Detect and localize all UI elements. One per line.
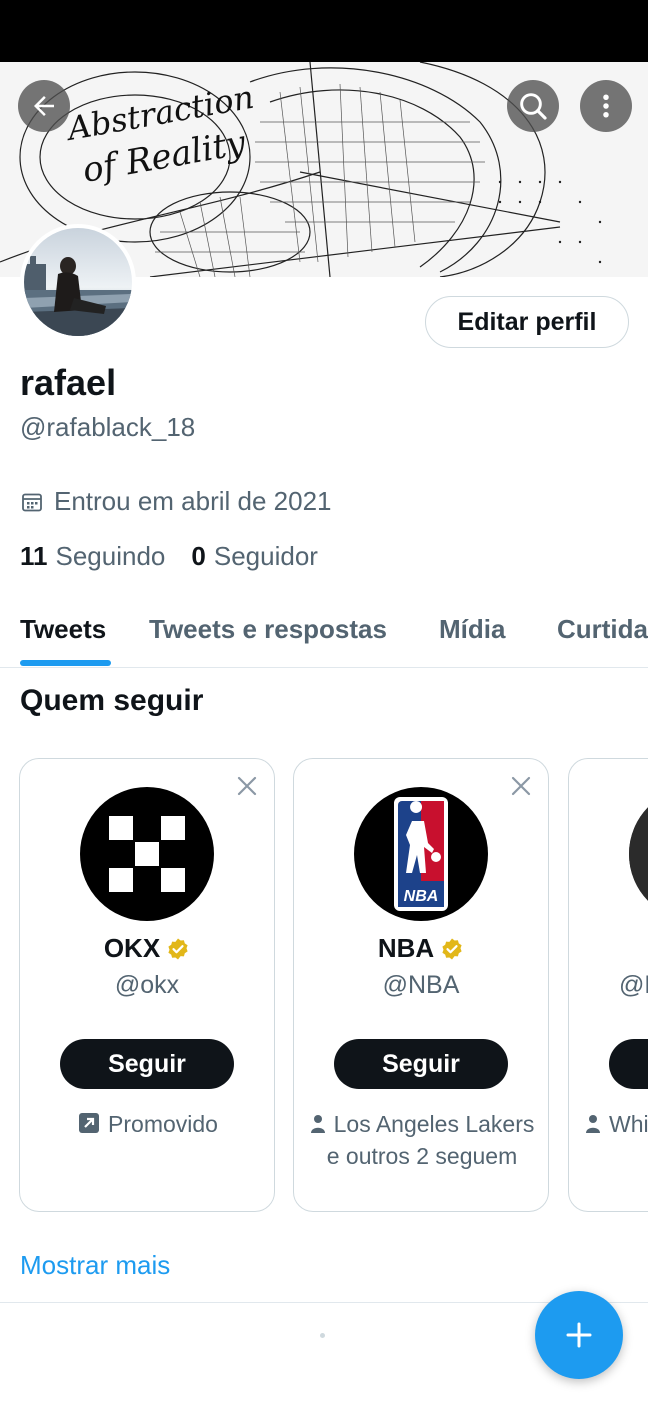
suggestion-card[interactable]: @L Whi segu <box>568 758 648 1212</box>
follow-stats: 11 Seguindo 0 Seguidor <box>20 541 344 572</box>
tab-tweets-replies[interactable]: Tweets e respostas <box>149 614 387 645</box>
svg-text:NBA: NBA <box>404 888 439 905</box>
active-tab-indicator <box>20 660 111 666</box>
search-icon <box>520 93 547 120</box>
suggestion-name-text: OKX <box>103 933 161 963</box>
loading-dot <box>320 1333 325 1338</box>
joined-date-text: Entrou em abril de 2021 <box>54 486 332 516</box>
following-label: Seguindo <box>55 541 166 571</box>
suggestion-meta-text: Whi segu <box>609 1111 648 1137</box>
more-vertical-icon <box>603 94 609 118</box>
followers-label: Seguidor <box>213 541 318 571</box>
profile-handle: @rafablack_18 <box>20 412 196 442</box>
suggestion-meta: Los Angeles Lakers e outros 2 seguem <box>306 1109 538 1171</box>
okx-logo-icon <box>80 787 214 921</box>
suggestion-avatar[interactable] <box>629 787 648 921</box>
okx-avatar[interactable] <box>80 787 214 921</box>
suggestion-card[interactable]: OKX @okx Seguir Promovido <box>19 758 275 1212</box>
suggestion-handle: @okx <box>114 971 180 999</box>
search-button[interactable] <box>507 80 559 132</box>
edit-profile-button[interactable]: Editar perfil <box>425 296 629 348</box>
suggestion-handle: @L <box>619 971 648 999</box>
following-count: 11 <box>20 541 48 571</box>
followers-count: 0 <box>191 541 206 571</box>
profile-name: rafael <box>20 362 117 403</box>
tab-media[interactable]: Mídia <box>439 614 505 645</box>
close-icon[interactable] <box>236 775 258 802</box>
suggestion-avatar-photo <box>629 787 648 921</box>
more-options-button[interactable] <box>580 80 632 132</box>
suggestion-meta-text: Promovido <box>108 1111 218 1137</box>
who-to-follow-carousel[interactable]: OKX @okx Seguir Promovido NBA NBA @NBA S… <box>0 758 648 1214</box>
plus-icon <box>566 1322 592 1348</box>
nba-avatar[interactable]: NBA <box>354 787 488 921</box>
suggestion-name: NBA <box>294 933 548 964</box>
verified-badge-icon <box>166 937 190 961</box>
followers-link[interactable]: 0 Seguidor <box>191 541 318 572</box>
nba-logo-icon: NBA <box>354 787 488 921</box>
who-to-follow-title: Quem seguir <box>20 684 204 717</box>
follow-button[interactable]: Seguir <box>60 1039 234 1089</box>
following-link[interactable]: 11 Seguindo <box>20 541 165 572</box>
profile-tabs: Tweets Tweets e respostas Mídia Curtidas <box>0 600 648 668</box>
person-icon <box>310 1111 326 1141</box>
close-icon[interactable] <box>510 775 532 802</box>
suggestion-name-text: NBA <box>377 933 435 963</box>
person-icon <box>585 1111 601 1141</box>
follow-button[interactable] <box>609 1039 648 1089</box>
suggestion-card[interactable]: NBA NBA @NBA Seguir Los Angeles Lakers e… <box>293 758 549 1212</box>
promoted-icon <box>78 1111 100 1141</box>
profile-avatar[interactable] <box>20 224 136 340</box>
joined-date: Entrou em abril de 2021 <box>20 486 332 517</box>
compose-tweet-button[interactable] <box>535 1291 623 1379</box>
suggestion-meta-text: Los Angeles Lakers e outros 2 seguem <box>326 1111 535 1169</box>
suggestion-meta: Whi segu <box>581 1109 648 1141</box>
tab-likes[interactable]: Curtidas <box>557 614 648 645</box>
show-more-link[interactable]: Mostrar mais <box>20 1250 170 1281</box>
suggestion-name: OKX <box>20 933 274 964</box>
tab-tweets[interactable]: Tweets <box>20 614 106 645</box>
suggestion-handle: @NBA <box>382 971 460 999</box>
arrow-left-icon <box>34 96 54 116</box>
suggestion-meta: Promovido <box>32 1109 264 1141</box>
follow-button[interactable]: Seguir <box>334 1039 508 1089</box>
calendar-icon <box>20 490 44 514</box>
status-bar <box>0 0 648 62</box>
back-button[interactable] <box>18 80 70 132</box>
avatar-photo <box>24 228 132 336</box>
verified-badge-icon <box>440 937 464 961</box>
